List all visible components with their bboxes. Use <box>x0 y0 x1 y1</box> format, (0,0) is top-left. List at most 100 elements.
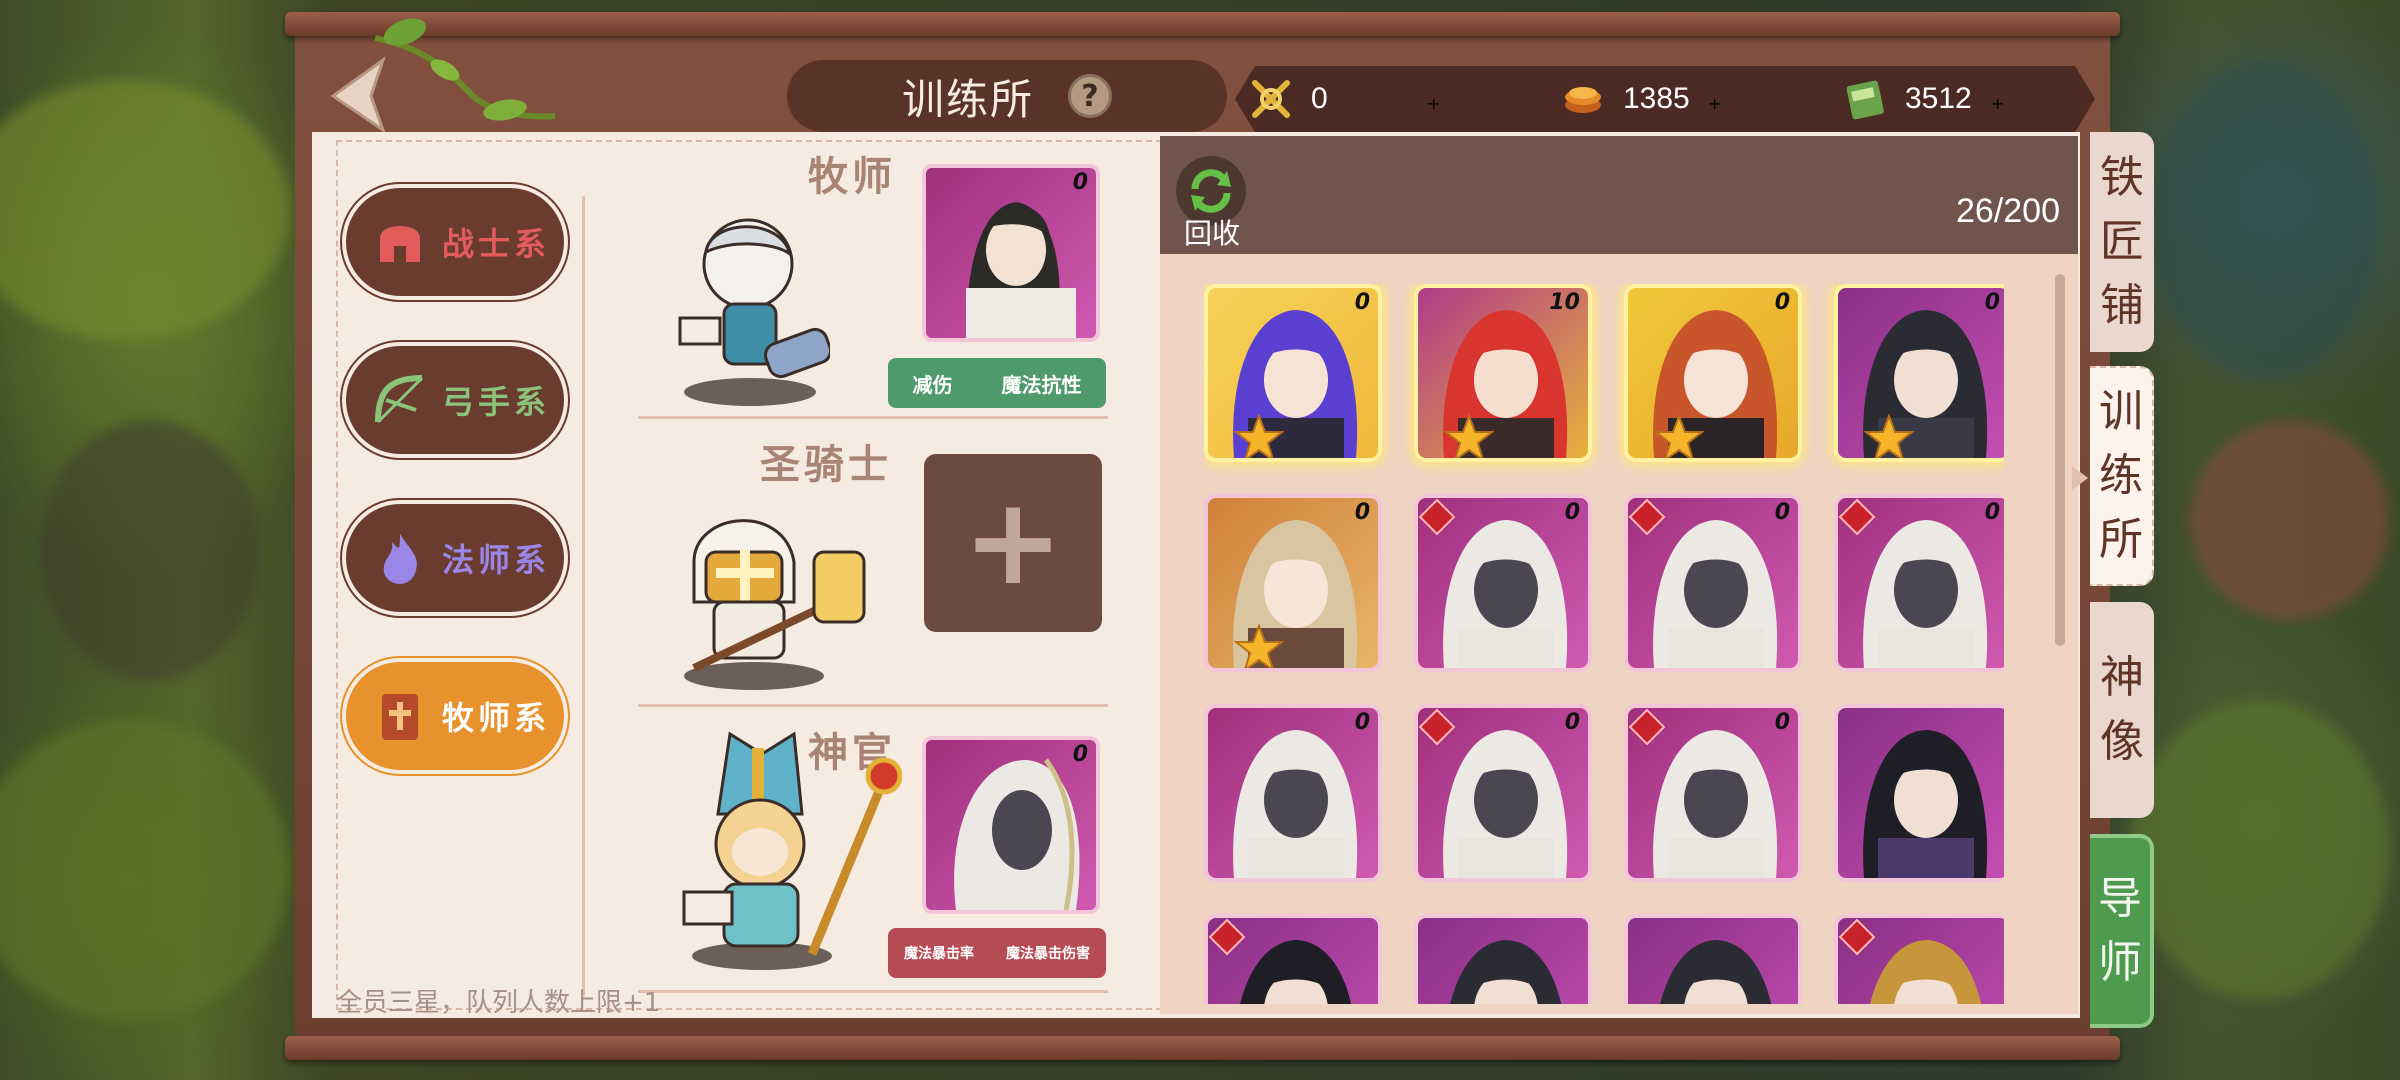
resource-gold: 1385 <box>1559 66 1690 132</box>
hero-card[interactable]: 0 <box>1624 494 1802 672</box>
bishop-buff-tags: 魔法暴击率 魔法暴击伤害 <box>888 928 1106 978</box>
tab-statue[interactable]: 神 像 <box>2090 602 2154 818</box>
recycle-button[interactable]: 回收 <box>1176 156 1246 250</box>
divider-horizontal <box>638 990 1108 993</box>
add-gold-button[interactable]: + <box>1708 70 1721 136</box>
hero-card[interactable]: 0 <box>1624 704 1802 882</box>
hero-card[interactable]: 0 <box>1204 284 1382 462</box>
hero-card-level: 0 <box>1354 500 1370 525</box>
divider-vertical <box>582 196 585 996</box>
help-icon[interactable]: ? <box>1068 74 1112 118</box>
hero-card[interactable]: 0 <box>1834 284 2004 462</box>
crossed-swords-icon <box>1247 75 1295 123</box>
priest-portrait[interactable]: 0 <box>922 164 1100 342</box>
bishop-portrait[interactable]: 0 <box>922 736 1100 914</box>
add-exp-button[interactable]: + <box>1991 70 2004 136</box>
hero-card-level: 0 <box>1984 290 2000 315</box>
title-pill: 训练所 ? <box>787 60 1227 132</box>
hero-card-level: 10 <box>1549 290 1580 315</box>
hero-card[interactable]: 0 <box>1624 284 1802 462</box>
hero-card-level: 0 <box>1774 710 1790 735</box>
bonus-note: 全员三星，队列人数上限+1 <box>336 988 661 1018</box>
buff-tag: 魔法抗性 <box>1001 372 1082 397</box>
hero-card-level: 0 <box>1354 290 1370 315</box>
class-priest-button[interactable]: 牧师系 <box>342 658 568 774</box>
helmet-icon <box>380 226 420 262</box>
hero-card[interactable]: 0 <box>1834 494 2004 672</box>
slot-title-priest: 牧师 <box>808 154 896 200</box>
slot-title-paladin: 圣骑士 <box>760 442 892 488</box>
gold-value: 1385 <box>1623 82 1690 115</box>
flame-icon <box>383 534 417 584</box>
buff-tag: 减伤 <box>912 372 953 397</box>
hero-card[interactable]: 0 <box>1204 704 1382 882</box>
vine-decoration-icon <box>374 18 556 121</box>
paladin-add-slot-button[interactable]: + <box>924 454 1102 632</box>
hero-card[interactable] <box>1204 914 1382 1004</box>
tab-training-char: 练 <box>2099 450 2143 502</box>
hero-card[interactable] <box>1834 704 2004 882</box>
exp-value: 3512 <box>1905 82 1972 115</box>
inventory-scrollbar[interactable] <box>2055 274 2065 646</box>
add-icon: + <box>962 473 1064 612</box>
priest-chibi-icon <box>678 218 830 406</box>
bow-icon <box>375 375 424 424</box>
bottom-rod <box>285 1036 2120 1060</box>
hero-portrait-icon <box>1863 730 1988 878</box>
hero-card-level: 0 <box>1354 710 1370 735</box>
tab-mentor[interactable]: 导 师 <box>2090 834 2154 1028</box>
veiled-hero-icon <box>954 758 1080 910</box>
hero-card[interactable]: 0 <box>1204 494 1382 672</box>
hero-card[interactable] <box>1414 914 1592 1004</box>
hero-card[interactable] <box>1624 914 1802 1004</box>
holy-book-icon <box>382 694 418 740</box>
class-mage-label: 法师系 <box>442 541 551 579</box>
tab-mentor-char: 师 <box>2098 937 2142 988</box>
hero-card-level: 0 <box>1984 500 2000 525</box>
hero-card[interactable]: 0 <box>1414 704 1592 882</box>
tab-statue-char: 像 <box>2100 716 2144 767</box>
add-crossed-swords-button[interactable]: + <box>1427 70 1440 136</box>
star-icon <box>1234 624 1284 668</box>
hero-portrait-icon <box>1233 730 1358 878</box>
star-icon <box>1864 414 1914 458</box>
class-archer-button[interactable]: 弓手系 <box>342 342 568 458</box>
divider-horizontal <box>638 416 1108 419</box>
bishop-portrait-level: 0 <box>1072 742 1088 767</box>
hero-card-level: 0 <box>1564 710 1580 735</box>
hero-inventory: 回收 26/200 0 10 0 0 0 0 0 0 0 0 0 <box>1160 136 2078 1014</box>
gold-coin-icon <box>1559 75 1607 123</box>
star-icon <box>1444 414 1494 458</box>
priest-buff-tags: 减伤 魔法抗性 <box>888 358 1106 408</box>
star-icon <box>1654 414 1704 458</box>
class-mage-button[interactable]: 法师系 <box>342 500 568 616</box>
page-title: 训练所 <box>901 74 1034 124</box>
hero-card-level: 0 <box>1774 500 1790 525</box>
exp-book-icon <box>1841 75 1889 123</box>
tab-blacksmith-char: 铁 <box>2100 152 2144 204</box>
tab-blacksmith[interactable]: 铁 匠 铺 <box>2090 132 2154 352</box>
class-warrior-button[interactable]: 战士系 <box>342 184 568 300</box>
hero-card[interactable] <box>1834 914 2004 1004</box>
hero-portrait-icon <box>1450 940 1562 1004</box>
paladin-chibi-icon <box>684 519 866 690</box>
resource-crossed-swords: 0 <box>1247 66 1328 132</box>
hero-card[interactable]: 10 <box>1414 284 1592 462</box>
tab-statue-char: 神 <box>2100 652 2144 704</box>
active-tab-pointer-icon <box>2072 466 2088 490</box>
class-priest-label: 牧师系 <box>442 699 551 737</box>
divider-horizontal <box>638 704 1108 707</box>
hero-count: 26/200 <box>1956 192 2060 230</box>
tab-training-char: 训 <box>2099 386 2143 438</box>
tab-training[interactable]: 训 练 所 <box>2090 366 2154 586</box>
bishop-chibi-icon <box>682 731 902 970</box>
hero-card[interactable]: 0 <box>1414 494 1592 672</box>
tab-training-char: 所 <box>2099 513 2143 565</box>
dark-hair-hero-icon <box>966 202 1076 338</box>
buff-tag: 魔法暴击伤害 <box>1006 946 1090 962</box>
resource-exp: 3512 <box>1841 66 1972 132</box>
tab-blacksmith-char: 匠 <box>2100 216 2144 268</box>
tab-blacksmith-char: 铺 <box>2100 279 2144 331</box>
hero-grid: 0 10 0 0 0 0 0 0 0 0 0 <box>1204 284 2004 1004</box>
tab-mentor-char: 导 <box>2098 873 2142 925</box>
